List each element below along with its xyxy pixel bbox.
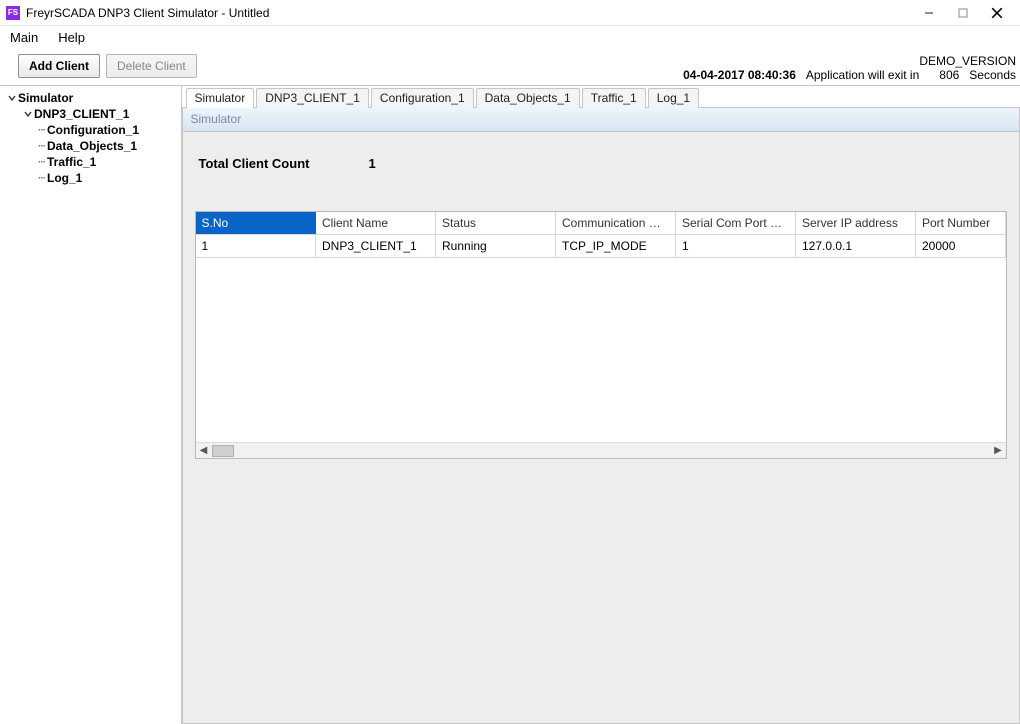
status-exit-seconds: 806: [939, 68, 959, 82]
maximize-icon[interactable]: [946, 1, 980, 25]
status-timestamp: 04-04-2017 08:40:36: [683, 68, 796, 82]
tree-client-label: DNP3_CLIENT_1: [34, 107, 129, 121]
tree-root-label: Simulator: [18, 91, 73, 105]
close-icon[interactable]: [980, 1, 1014, 25]
window-controls: [912, 1, 1014, 25]
panel-header: Simulator: [183, 108, 1020, 132]
tab-data-objects[interactable]: Data_Objects_1: [476, 88, 580, 108]
tab-client[interactable]: DNP3_CLIENT_1: [256, 88, 369, 108]
tree-root[interactable]: Simulator: [4, 90, 179, 106]
status-exit-label: Application will exit in: [806, 68, 919, 82]
client-count-value: 1: [369, 156, 376, 171]
tree-bullet-icon: ···: [38, 141, 45, 152]
tree-bullet-icon: ···: [38, 157, 45, 168]
table-cell: Running: [436, 235, 556, 258]
tree-item-configuration[interactable]: ···Configuration_1: [36, 122, 179, 138]
client-count-row: Total Client Count 1: [199, 156, 1008, 171]
tree-item-data-objects[interactable]: ···Data_Objects_1: [36, 138, 179, 154]
tree-bullet-icon: ···: [38, 173, 45, 184]
table-header-cell[interactable]: Status: [436, 212, 556, 235]
table-header-row: S.NoClient NameStatusCommunication modeS…: [196, 212, 1006, 235]
tab-simulator[interactable]: Simulator: [186, 88, 255, 108]
status-area: DEMO_VERSION 04-04-2017 08:40:36 Applica…: [683, 54, 1016, 82]
client-table: S.NoClient NameStatusCommunication modeS…: [195, 211, 1008, 459]
minimize-icon[interactable]: [912, 1, 946, 25]
tab-log[interactable]: Log_1: [648, 88, 699, 108]
table-row[interactable]: 1DNP3_CLIENT_1RunningTCP_IP_MODE1127.0.0…: [196, 235, 1006, 258]
table-cell: DNP3_CLIENT_1: [316, 235, 436, 258]
chevron-down-icon[interactable]: [22, 109, 34, 119]
tree-bullet-icon: ···: [38, 125, 45, 136]
tab-traffic[interactable]: Traffic_1: [582, 88, 646, 108]
table-cell: 20000: [916, 235, 1006, 258]
tree-client[interactable]: DNP3_CLIENT_1: [20, 106, 179, 122]
scroll-left-icon[interactable]: ◀: [196, 444, 212, 458]
status-seconds-label: Seconds: [969, 68, 1016, 82]
scroll-right-icon[interactable]: ▶: [990, 444, 1006, 458]
table-header-cell[interactable]: Server IP address: [796, 212, 916, 235]
table-cell: 1: [196, 235, 316, 258]
status-version: DEMO_VERSION: [919, 54, 1016, 68]
window-title: FreyrSCADA DNP3 Client Simulator - Untit…: [26, 6, 269, 20]
scroll-thumb[interactable]: [212, 445, 234, 457]
main: Simulator DNP3_CLIENT_1 Configuration_1 …: [182, 86, 1020, 724]
table-header-cell[interactable]: Communication mode: [556, 212, 676, 235]
horizontal-scrollbar[interactable]: ◀ ▶: [196, 442, 1007, 458]
table-header-cell[interactable]: Serial Com Port Number: [676, 212, 796, 235]
toolbar: Add Client Delete Client DEMO_VERSION 04…: [0, 48, 1020, 86]
scroll-track[interactable]: [212, 445, 991, 457]
menubar: Main Help: [0, 26, 1020, 48]
app-icon: FS: [6, 6, 20, 20]
menu-main[interactable]: Main: [6, 28, 48, 47]
table-cell: 127.0.0.1: [796, 235, 916, 258]
tab-configuration[interactable]: Configuration_1: [371, 88, 474, 108]
menu-help[interactable]: Help: [54, 28, 95, 47]
panel: Simulator Total Client Count 1 S.NoClien…: [182, 108, 1020, 724]
table-header-cell[interactable]: Client Name: [316, 212, 436, 235]
table-header-cell[interactable]: S.No: [196, 212, 316, 235]
tree: Simulator DNP3_CLIENT_1 ···Configur: [2, 90, 179, 186]
tree-item-traffic[interactable]: ···Traffic_1: [36, 154, 179, 170]
tree-item-log[interactable]: ···Log_1: [36, 170, 179, 186]
table-cell: TCP_IP_MODE: [556, 235, 676, 258]
tabbar: Simulator DNP3_CLIENT_1 Configuration_1 …: [182, 86, 1020, 108]
table-cell: 1: [676, 235, 796, 258]
titlebar: FS FreyrSCADA DNP3 Client Simulator - Un…: [0, 0, 1020, 26]
delete-client-button[interactable]: Delete Client: [106, 54, 197, 78]
add-client-button[interactable]: Add Client: [18, 54, 100, 78]
client-count-label: Total Client Count: [199, 156, 369, 171]
sidebar: Simulator DNP3_CLIENT_1 ···Configur: [0, 86, 182, 724]
table-header-cell[interactable]: Port Number: [916, 212, 1006, 235]
chevron-down-icon[interactable]: [6, 93, 18, 103]
table-body: 1DNP3_CLIENT_1RunningTCP_IP_MODE1127.0.0…: [196, 235, 1006, 258]
